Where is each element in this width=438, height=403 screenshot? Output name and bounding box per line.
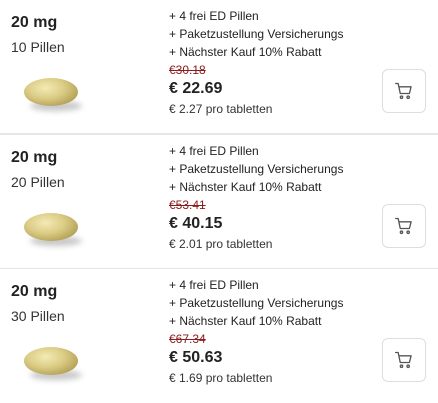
price: € 40.15 [169,215,223,232]
perk-line: + Nächster Kauf 10% Rabatt [169,180,322,194]
offer-row: 20 mg 30 Pillen + 4 frei ED Pillen + Pak… [0,268,438,403]
perk-line: + Nächster Kauf 10% Rabatt [169,45,322,59]
old-price: €53.41 [169,198,206,212]
pill-count: 20 Pillen [11,174,65,190]
dose-label: 20 mg [11,14,58,31]
add-to-cart-button[interactable] [382,338,426,382]
perk-line: + Paketzustellung Versicherungs [169,162,344,176]
old-price: €30.18 [169,63,206,77]
unit-price: € 2.01 pro tabletten [169,237,273,251]
perk-line: + Nächster Kauf 10% Rabatt [169,314,322,328]
offer-row: 20 mg 10 Pillen + 4 frei ED Pillen + Pak… [0,0,438,134]
unit-price: € 1.69 pro tabletten [169,371,273,385]
price: € 22.69 [169,80,223,97]
offer-list: 20 mg 10 Pillen + 4 frei ED Pillen + Pak… [0,0,438,401]
pill-image [20,74,82,114]
unit-price: € 2.27 pro tabletten [169,102,273,116]
perk-line: + 4 frei ED Pillen [169,278,259,292]
perk-line: + 4 frei ED Pillen [169,9,259,23]
dose-label: 20 mg [11,149,58,166]
perk-line: + Paketzustellung Versicherungs [169,27,344,41]
perk-line: + Paketzustellung Versicherungs [169,296,344,310]
offer-details: + 4 frei ED Pillen + Paketzustellung Ver… [169,276,369,387]
shopping-cart-icon [395,351,412,369]
dose-label: 20 mg [11,283,58,300]
old-price: €67.34 [169,332,206,346]
price: € 50.63 [169,349,223,366]
offer-details: + 4 frei ED Pillen + Paketzustellung Ver… [169,142,369,253]
shopping-cart-icon [395,82,412,100]
add-to-cart-button[interactable] [382,69,426,113]
pill-image [20,343,82,383]
pill-count: 30 Pillen [11,308,65,324]
pill-image [20,209,82,249]
offer-details: + 4 frei ED Pillen + Paketzustellung Ver… [169,7,369,118]
add-to-cart-button[interactable] [382,204,426,248]
offer-row: 20 mg 20 Pillen + 4 frei ED Pillen + Pak… [0,134,438,269]
perk-line: + 4 frei ED Pillen [169,144,259,158]
pill-count: 10 Pillen [11,39,65,55]
shopping-cart-icon [395,217,412,235]
